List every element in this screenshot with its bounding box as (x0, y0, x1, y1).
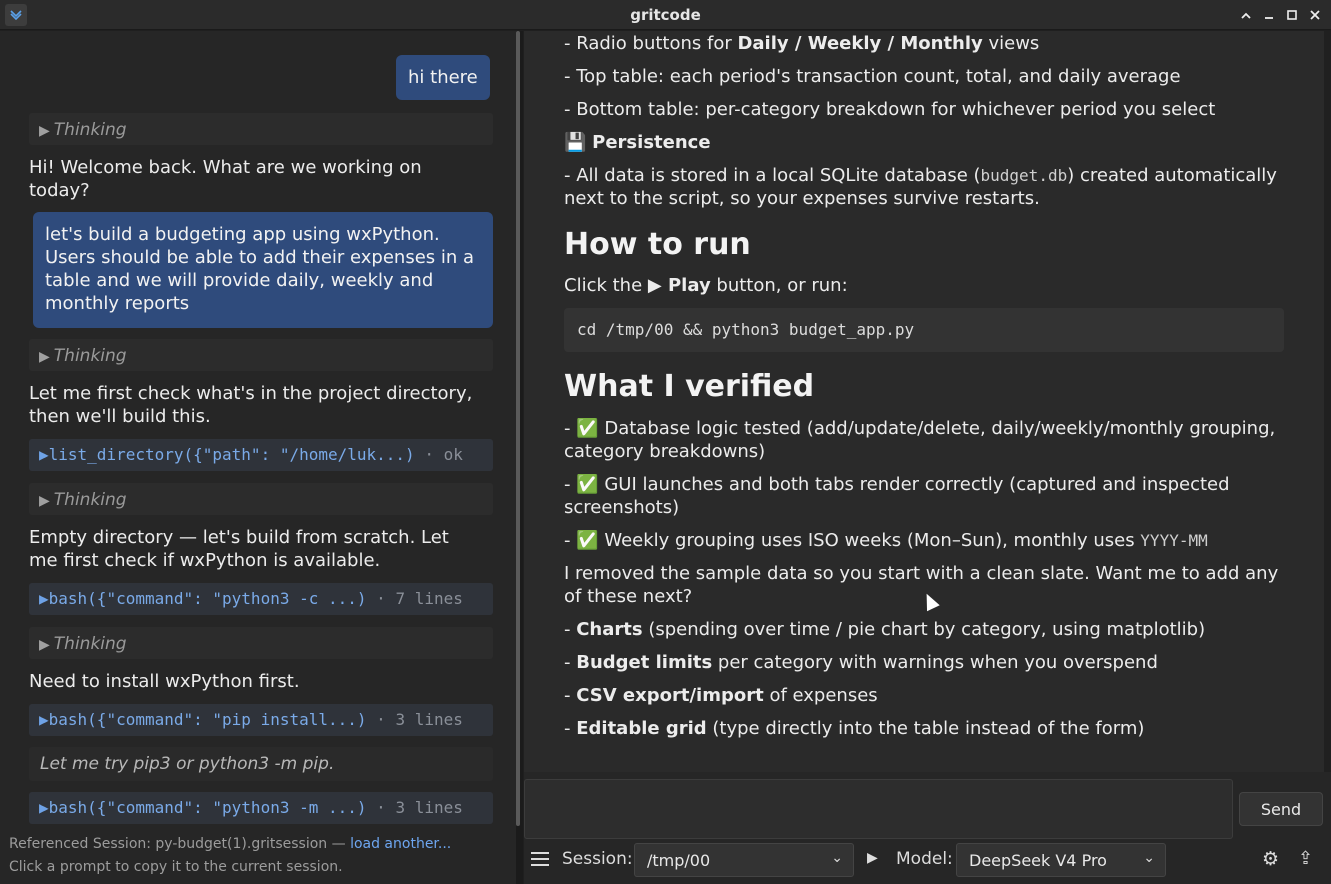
code-block[interactable]: cd /tmp/00 && python3 budget_app.py (564, 308, 1284, 352)
suggestion-item: - CSV export/import of expenses (564, 685, 878, 706)
suggestion-item: - Budget limits per category with warnin… (564, 652, 1158, 673)
suggestion-item: - Editable grid (type directly into the … (564, 718, 1145, 739)
left-scrollbar[interactable] (516, 31, 520, 826)
right-scrollbar[interactable] (1324, 31, 1331, 772)
expand-triangle-icon: ▶ (39, 637, 50, 653)
heading-what-i-verified: What I verified (564, 369, 815, 404)
session-label: Session: (562, 849, 633, 869)
text-line: - ✅ Weekly grouping uses ISO weeks (Mon–… (564, 530, 1208, 551)
assistant-message: Need to install wxPython first. (29, 671, 300, 692)
bottom-toolbar: Session: /tmp/00 ⌄ ▶ Model: DeepSeek V4 … (524, 840, 1331, 880)
session-history-panel: hi there ▶ Thinking Hi! Welcome back. Wha… (0, 31, 516, 884)
close-icon[interactable] (1306, 5, 1323, 25)
text-line: - Bottom table: per-category breakdown f… (564, 99, 1216, 120)
thinking-toggle[interactable]: ▶ Thinking (29, 113, 493, 145)
thinking-toggle[interactable]: ▶ Thinking (29, 339, 493, 371)
copy-hint: Click a prompt to copy it to the current… (9, 859, 343, 875)
expand-triangle-icon: ▶ (39, 349, 50, 365)
window-title: gritcode (630, 6, 701, 24)
assistant-message: Let me first check what's in the project… (29, 383, 473, 427)
referenced-session-info: Referenced Session: py-budget(1).gritses… (9, 833, 451, 879)
tool-call-bash[interactable]: ▶bash({"command": "python3 -c ...) · 7 l… (29, 583, 493, 615)
floppy-disk-icon: 💾 (564, 132, 587, 153)
assistant-note: Let me try pip3 or python3 -m pip. (29, 747, 493, 781)
text-line: - Top table: each period's transaction c… (564, 66, 1181, 87)
minimize-icon[interactable] (1260, 5, 1277, 25)
chevron-up-icon[interactable] (1237, 5, 1254, 25)
response-panel: - Radio buttons for Daily / Weekly / Mon… (524, 31, 1324, 772)
user-prompt-bubble[interactable]: hi there (396, 55, 490, 100)
tool-call-bash[interactable]: ▶bash({"command": "pip install...) · 3 l… (29, 704, 493, 736)
play-button[interactable]: ▶ (867, 850, 878, 866)
tool-call-list-directory[interactable]: ▶list_directory({"path": "/home/luk...) … (29, 439, 493, 471)
assistant-message: Hi! Welcome back. What are we working on… (29, 157, 422, 201)
assistant-message: Empty directory — let's build from scrat… (29, 527, 449, 571)
expand-triangle-icon: ▶ (39, 493, 50, 509)
text-line: - All data is stored in a local SQLite d… (564, 165, 1277, 209)
model-select[interactable]: DeepSeek V4 Pro ⌄ (956, 843, 1166, 877)
title-bar: gritcode (0, 0, 1331, 30)
text-line: - Radio buttons for Daily / Weekly / Mon… (564, 33, 1040, 54)
chevron-down-icon: ⌄ (1143, 850, 1155, 866)
user-prompt-bubble[interactable]: let's build a budgeting app using wxPyth… (33, 212, 493, 328)
text-line: Click the ▶ Play button, or run: (564, 275, 848, 296)
thinking-toggle[interactable]: ▶ Thinking (29, 627, 493, 659)
chevron-down-icon: ⌄ (831, 850, 843, 866)
send-button[interactable]: Send (1239, 792, 1323, 826)
menu-icon[interactable] (531, 852, 549, 866)
heading-how-to-run: How to run (564, 227, 751, 262)
prompt-input[interactable] (524, 779, 1233, 839)
tool-call-bash[interactable]: ▶bash({"command": "python3 -m ...) · 3 l… (29, 792, 493, 824)
expand-triangle-icon: ▶ (39, 123, 50, 139)
upload-icon[interactable]: ⇪ (1298, 848, 1313, 869)
maximize-icon[interactable] (1283, 5, 1300, 25)
thinking-toggle[interactable]: ▶ Thinking (29, 483, 493, 515)
gear-icon[interactable]: ⚙ (1262, 848, 1279, 870)
text-line: - ✅ GUI launches and both tabs render co… (564, 474, 1230, 518)
load-another-link[interactable]: load another... (350, 836, 451, 852)
suggestion-item: - Charts (spending over time / pie chart… (564, 619, 1206, 640)
text-line: - ✅ Database logic tested (add/update/de… (564, 418, 1276, 462)
session-select[interactable]: /tmp/00 ⌄ (634, 843, 854, 877)
section-heading: 💾 Persistence (564, 132, 711, 153)
model-label: Model: (896, 849, 953, 869)
